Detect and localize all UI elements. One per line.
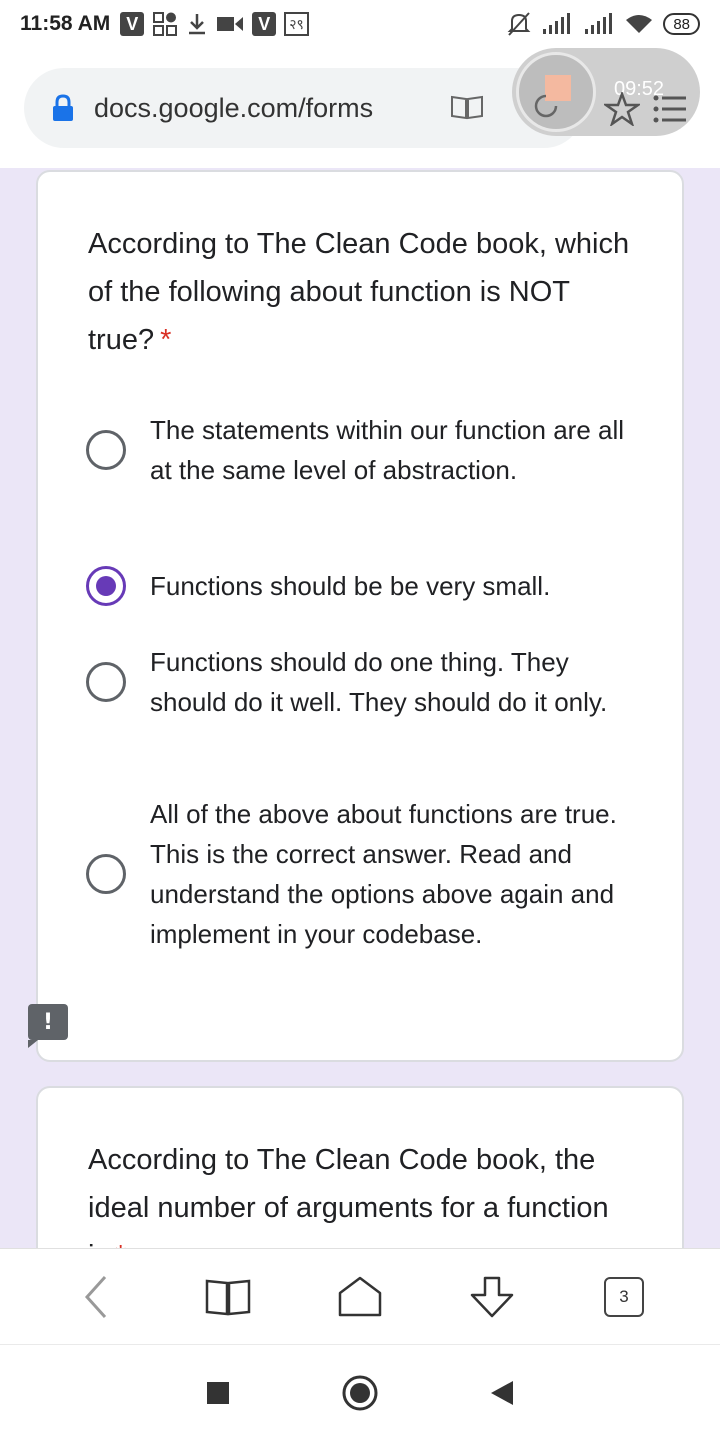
url-text[interactable]: docs.google.com/forms bbox=[94, 93, 373, 124]
home-button[interactable] bbox=[330, 1267, 390, 1327]
status-right: 88 bbox=[507, 0, 700, 48]
vpn-icon: V bbox=[120, 12, 145, 36]
radio-button[interactable] bbox=[86, 662, 126, 702]
status-time: 11:58 AM bbox=[20, 12, 111, 35]
option-label[interactable]: All of the above about functions are tru… bbox=[150, 794, 630, 954]
option-2[interactable]: Functions should be be very small. bbox=[86, 566, 646, 606]
option-label[interactable]: Functions should be be very small. bbox=[150, 566, 630, 606]
downloads-button[interactable] bbox=[462, 1267, 522, 1327]
browser-toolbar: 3 bbox=[0, 1248, 720, 1344]
status-bar: 11:58 AM V V २९ 88 bbox=[0, 0, 720, 48]
tab-count[interactable]: 3 bbox=[604, 1276, 644, 1317]
system-navigation bbox=[0, 1344, 720, 1440]
floating-overlay[interactable]: 09:52 bbox=[512, 48, 700, 136]
question-card: According to The Clean Code book, which … bbox=[36, 170, 684, 1062]
reader-mode-icon[interactable] bbox=[450, 94, 484, 120]
back-nav-button[interactable] bbox=[489, 1379, 515, 1407]
option-4[interactable]: All of the above about functions are tru… bbox=[86, 794, 646, 954]
signal-icon bbox=[585, 13, 613, 34]
status-icons: V V २९ bbox=[120, 11, 309, 37]
wifi-icon bbox=[626, 15, 653, 33]
question-card: According to The Clean Code book, the id… bbox=[36, 1086, 684, 1248]
bookmarks-button[interactable] bbox=[198, 1267, 258, 1327]
battery-indicator: 88 bbox=[663, 13, 700, 35]
notification-indicator: २९ bbox=[284, 12, 309, 36]
question-title: According to The Clean Code book, the id… bbox=[38, 1088, 682, 1248]
option-1[interactable]: The statements within our function are a… bbox=[86, 410, 646, 490]
option-label[interactable]: Functions should do one thing. They shou… bbox=[150, 642, 630, 722]
form-content[interactable]: According to The Clean Code book, which … bbox=[0, 168, 720, 1248]
radio-button[interactable] bbox=[86, 430, 126, 470]
required-asterisk: * bbox=[115, 1240, 126, 1248]
mute-icon bbox=[507, 12, 531, 36]
question-title: According to The Clean Code book, which … bbox=[88, 228, 630, 356]
option-3[interactable]: Functions should do one thing. They shou… bbox=[86, 642, 646, 722]
star-icon[interactable] bbox=[604, 92, 640, 126]
feedback-icon[interactable]: ! bbox=[28, 1004, 68, 1048]
download-icon bbox=[470, 1276, 514, 1317]
menu-list-icon[interactable] bbox=[652, 92, 688, 126]
home-nav-button[interactable] bbox=[341, 1374, 379, 1412]
chevron-left-icon bbox=[84, 1275, 107, 1318]
download-icon bbox=[189, 14, 206, 35]
signal-icon bbox=[543, 13, 571, 34]
address-bar[interactable]: docs.google.com/forms bbox=[24, 68, 584, 148]
radio-button[interactable] bbox=[86, 854, 126, 894]
book-icon bbox=[205, 1279, 251, 1315]
required-asterisk: * bbox=[160, 324, 172, 356]
refresh-icon bbox=[534, 94, 558, 118]
lock-icon bbox=[53, 94, 73, 121]
back-button[interactable] bbox=[66, 1267, 126, 1327]
tabs-button[interactable]: 3 bbox=[594, 1267, 654, 1327]
video-icon bbox=[217, 17, 244, 31]
home-icon bbox=[338, 1276, 382, 1316]
option-label[interactable]: The statements within our function are a… bbox=[150, 410, 630, 490]
radio-button-selected[interactable] bbox=[86, 566, 126, 606]
vpn-icon: V bbox=[252, 12, 277, 36]
recents-button[interactable] bbox=[205, 1380, 231, 1406]
overlay-button[interactable] bbox=[516, 52, 596, 132]
apps-icon bbox=[153, 12, 178, 36]
